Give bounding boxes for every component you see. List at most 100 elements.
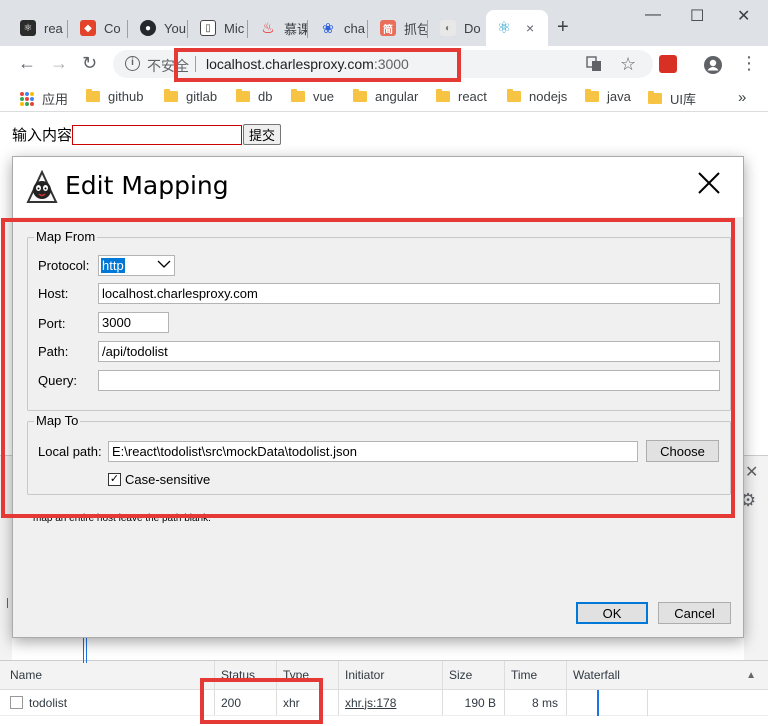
devtools-close-icon[interactable]: ✕ — [745, 462, 758, 482]
bookmark-db[interactable]: db — [236, 89, 272, 104]
column-size[interactable]: Size — [442, 661, 504, 689]
translate-icon[interactable] — [586, 56, 602, 76]
react-icon: ⚛ — [496, 20, 512, 37]
table-row[interactable]: todolist 200 xhr xhr.js:178 190 B 8 ms — [0, 690, 768, 716]
ok-button[interactable]: OK — [576, 602, 648, 624]
menu-icon[interactable]: ⋮ — [740, 53, 758, 74]
tab-label: 抓包 — [404, 21, 428, 37]
column-name[interactable]: Name — [4, 661, 214, 689]
tab-separator — [427, 20, 428, 38]
bookmark-vue[interactable]: vue — [291, 89, 334, 104]
request-time: 8 ms — [504, 690, 566, 715]
submit-button[interactable]: 提交 — [243, 124, 282, 145]
annotation-mapping-highlight — [1, 218, 735, 518]
folder-icon — [353, 89, 367, 102]
network-table-filler — [0, 716, 768, 726]
tab-label: rea — [44, 20, 63, 36]
tab-active[interactable]: ⚛ × — [486, 10, 548, 46]
request-waterfall — [566, 690, 768, 716]
tab-label: 慕课 — [284, 21, 308, 37]
todo-input[interactable] — [72, 124, 243, 145]
star-icon[interactable]: ☆ — [620, 54, 636, 75]
apps-icon — [20, 91, 34, 106]
bookmark-label: github — [108, 89, 144, 104]
maximize-button[interactable]: ☐ — [690, 6, 704, 26]
jian-icon: 简 — [380, 20, 396, 36]
waterfall-bar — [597, 690, 599, 716]
bookmark-label: nodejs — [529, 89, 568, 104]
tab-label: Mic — [224, 20, 245, 36]
folder-icon — [236, 89, 250, 102]
request-initiator-cell: xhr.js:178 — [338, 690, 442, 715]
apps-label: 应用 — [42, 92, 69, 107]
folder-icon — [436, 89, 450, 102]
tab-separator — [187, 20, 188, 38]
tab-3[interactable]: ● You — [130, 10, 188, 46]
tab-7[interactable]: 简 抓包 — [370, 10, 428, 46]
dialog-title: Edit Mapping — [65, 171, 229, 200]
annotation-url-highlight — [174, 48, 461, 82]
reload-button[interactable]: ↻ — [82, 53, 97, 74]
tab-4[interactable]: ▯ Mic — [190, 10, 248, 46]
tab-1[interactable]: ⚛ rea — [10, 10, 68, 46]
close-icon[interactable] — [697, 171, 721, 199]
column-waterfall[interactable]: Waterfall ▲ — [566, 661, 768, 689]
tab-2[interactable]: ◆ Co — [70, 10, 128, 46]
bookmark-label: react — [458, 89, 487, 104]
bookmarks-bar: 应用 github gitlab db vue angular react no… — [0, 82, 768, 112]
tab-strip: ⚛ rea ◆ Co ● You ▯ Mic ♨ 慕课 ❀ cha 简 抓包 ◐… — [0, 0, 768, 46]
bookmark-react[interactable]: react — [436, 89, 487, 104]
bookmark-ui-lib[interactable]: UI库 — [648, 89, 696, 108]
bookmark-github[interactable]: github — [86, 89, 143, 104]
apps-shortcut[interactable]: 应用 — [20, 89, 68, 108]
bookmark-label: java — [607, 89, 631, 104]
close-icon[interactable]: × — [526, 20, 534, 36]
initiator-link[interactable]: xhr.js:178 — [345, 696, 396, 710]
forward-button[interactable]: → — [50, 53, 68, 74]
waterfall-gridline — [647, 690, 648, 716]
folder-icon — [164, 89, 178, 102]
bookmark-java[interactable]: java — [585, 89, 631, 104]
tab-label: cha — [344, 20, 365, 36]
bookmark-label: vue — [313, 89, 334, 104]
doc-icon: ◐ — [440, 20, 456, 36]
request-name: todolist — [29, 695, 68, 710]
extension-icon[interactable] — [659, 55, 677, 73]
bookmarks-overflow-button[interactable]: » — [738, 89, 746, 106]
tab-5[interactable]: ♨ 慕课 — [250, 10, 308, 46]
column-time[interactable]: Time — [504, 661, 566, 689]
info-icon[interactable]: i — [125, 56, 140, 71]
timeline-marker — [7, 598, 8, 608]
tab-separator — [127, 20, 128, 38]
tab-separator — [367, 20, 368, 38]
flame-icon: ♨ — [261, 20, 275, 37]
react-icon: ⚛ — [20, 20, 36, 36]
new-tab-button[interactable]: + — [557, 16, 569, 39]
tab-label: Do — [464, 20, 481, 36]
back-button[interactable]: ← — [18, 53, 36, 74]
waterfall-label: Waterfall — [573, 668, 620, 682]
window-close-button[interactable]: ✕ — [737, 6, 750, 26]
column-initiator[interactable]: Initiator — [338, 661, 442, 689]
cancel-button[interactable]: Cancel — [658, 602, 731, 624]
tab-label: You — [164, 20, 186, 36]
network-table-header: Name Status Type Initiator Size Time Wat… — [0, 633, 768, 690]
paw-icon: ❀ — [322, 19, 334, 36]
bookmark-label: gitlab — [186, 89, 218, 104]
bookmark-angular[interactable]: angular — [353, 89, 418, 104]
tab-6[interactable]: ❀ cha — [310, 10, 368, 46]
folder-icon — [291, 89, 305, 102]
bookmark-label: db — [258, 89, 273, 104]
tab-separator — [307, 20, 308, 38]
bookmark-label: angular — [375, 89, 419, 104]
bookmark-nodejs[interactable]: nodejs — [507, 89, 567, 104]
profile-icon[interactable] — [703, 55, 722, 74]
bookmark-gitlab[interactable]: gitlab — [164, 89, 217, 104]
tab-8[interactable]: ◐ Do — [430, 10, 484, 46]
folder-icon — [86, 89, 100, 102]
row-checkbox[interactable] — [10, 696, 23, 709]
tab-separator — [67, 20, 68, 38]
devtools-panel-right — [744, 455, 768, 665]
minimize-button[interactable]: — — [645, 6, 661, 24]
gitlab-icon: ◆ — [80, 20, 96, 36]
